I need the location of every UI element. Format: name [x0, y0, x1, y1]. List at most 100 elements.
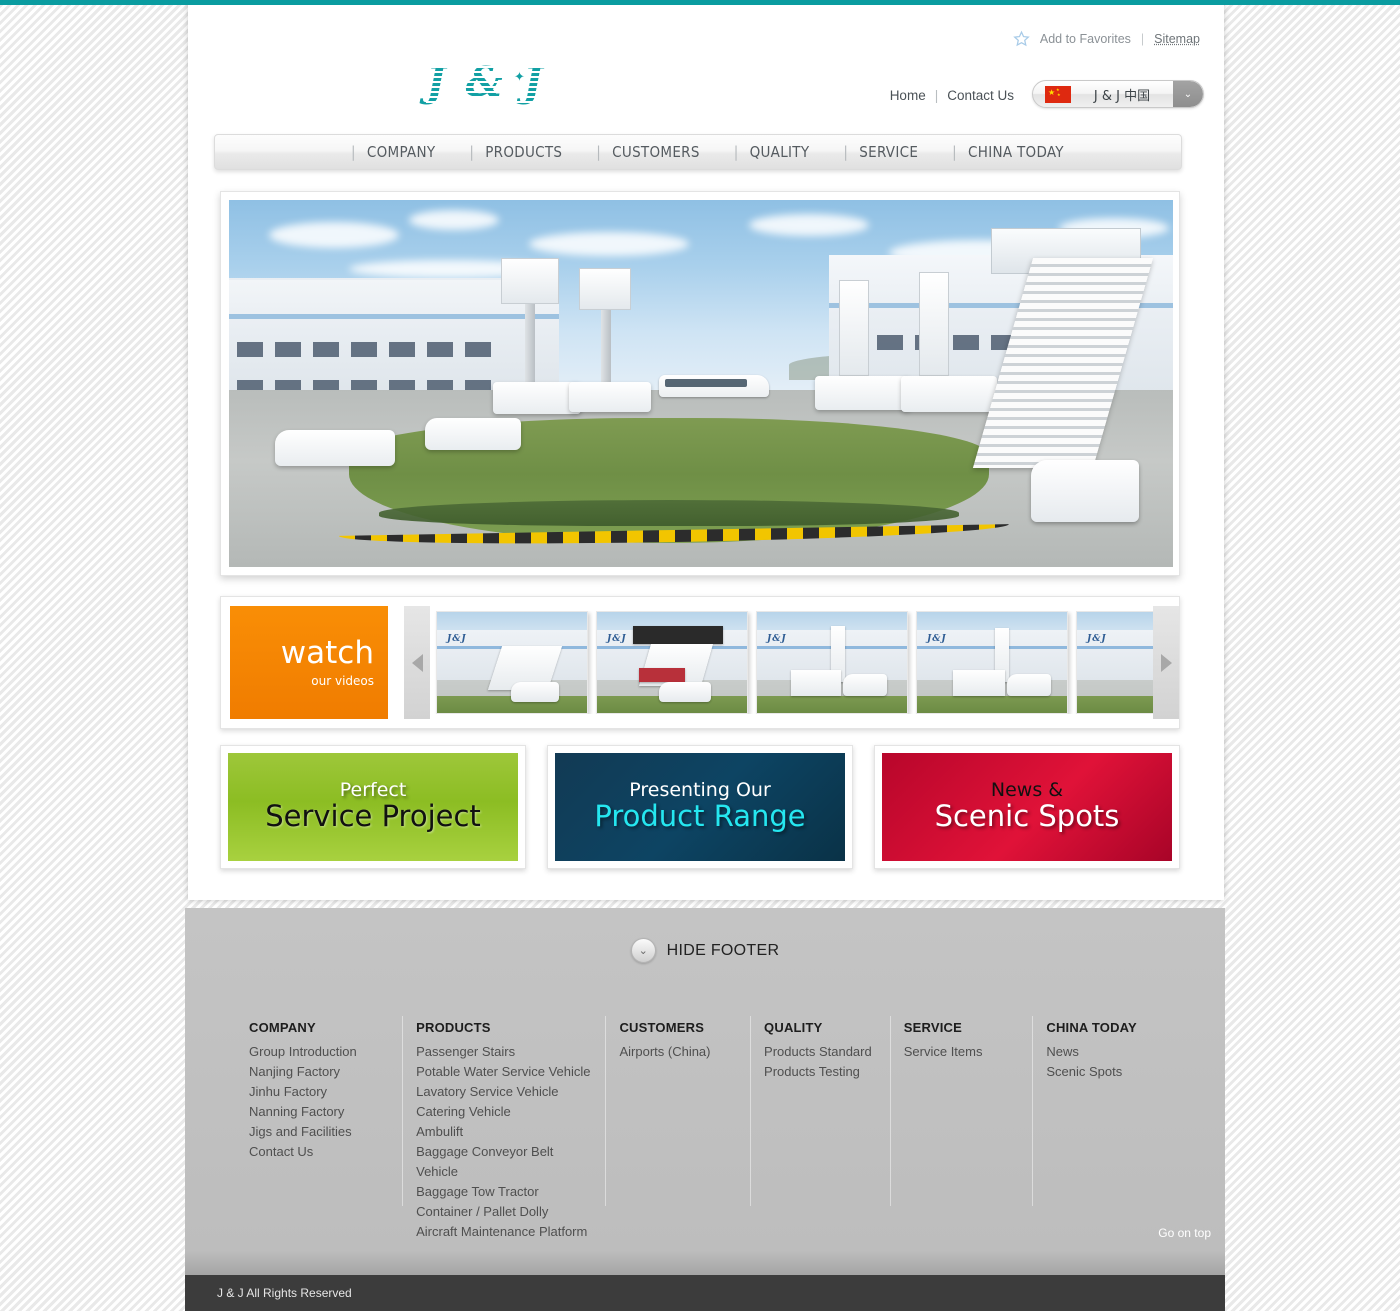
nav-label: CUSTOMERS — [612, 143, 700, 161]
hero-catering-chassis-2 — [569, 382, 651, 412]
footer-link[interactable]: Potable Water Service Vehicle — [416, 1062, 591, 1082]
promo-banner-row: Perfect Service Project Presenting Our P… — [220, 745, 1180, 869]
top-accent-bar — [0, 0, 1400, 5]
hero-lift-mast-4 — [919, 272, 949, 376]
language-selector[interactable]: ★ ★ ★ J & J 中国 ⌄ — [1032, 80, 1204, 108]
footer-link[interactable]: Nanning Factory — [249, 1102, 388, 1122]
thumbnail-logo: J&J — [927, 634, 947, 644]
thumbnail-item[interactable]: J&J — [1076, 611, 1153, 714]
nav-item-service[interactable]: | SERVICE — [843, 135, 952, 169]
footer-link[interactable]: Contact Us — [249, 1142, 388, 1162]
nav-item-products[interactable]: | PRODUCTS — [469, 135, 596, 169]
nav-item-customers[interactable]: | CUSTOMERS — [596, 135, 733, 169]
nav-label: SERVICE — [859, 143, 919, 161]
promo-subtitle: News & — [990, 779, 1064, 802]
thumbnail-item[interactable]: J&J — [596, 611, 748, 714]
chevron-left-icon[interactable] — [404, 606, 430, 719]
utility-bar: Add to Favorites | Sitemap — [1013, 30, 1200, 47]
footer-link[interactable]: Scenic Spots — [1046, 1062, 1161, 1082]
footer-link[interactable]: Catering Vehicle — [416, 1102, 591, 1122]
footer-link[interactable]: Airports (China) — [619, 1042, 736, 1062]
thumbnail-item[interactable]: J&J — [756, 611, 908, 714]
sitemap-link[interactable]: Sitemap — [1154, 32, 1200, 46]
logo-text: J & J — [426, 58, 566, 106]
hero-stairs-ramp — [972, 258, 1154, 468]
footer-link[interactable]: Ambulift — [416, 1122, 591, 1142]
copyright-text: J & J All Rights Reserved — [217, 1286, 352, 1300]
footer-link[interactable]: Jinhu Factory — [249, 1082, 388, 1102]
nav-separator: | — [596, 143, 602, 161]
footer-column-quality: QUALITY Products Standard Products Testi… — [750, 1016, 890, 1242]
nav-separator: | — [952, 143, 958, 161]
footer-link[interactable]: Products Standard — [764, 1042, 876, 1062]
footer-column-title: CHINA TODAY — [1046, 1020, 1137, 1035]
thumbnail-list: J&J J&J J&J J&J J&J — [430, 611, 1153, 714]
thumbnail-logo: J&J — [447, 634, 467, 644]
thumbnail-item[interactable]: J&J — [436, 611, 588, 714]
thumbnail-item[interactable]: J&J — [916, 611, 1068, 714]
footer-link[interactable]: Container / Pallet Dolly — [416, 1202, 591, 1222]
footer-link[interactable]: Aircraft Maintenance Platform — [416, 1222, 591, 1242]
go-on-top-link[interactable]: Go on top — [1158, 1226, 1211, 1240]
watch-our-videos-button[interactable]: watch our videos — [230, 606, 388, 719]
hero-catering-chassis-3 — [815, 376, 911, 410]
footer-link[interactable]: Passenger Stairs — [416, 1042, 591, 1062]
footer-column-service: SERVICE Service Items — [889, 1016, 1033, 1242]
hero-tow-tractor-1 — [275, 430, 395, 466]
promo-subtitle: Presenting Our — [629, 779, 771, 802]
footer-column-customers: CUSTOMERS Airports (China) — [605, 1016, 750, 1242]
watch-label: watch — [280, 634, 374, 671]
footer-link[interactable]: Products Testing — [764, 1062, 876, 1082]
promo-service-project[interactable]: Perfect Service Project — [220, 745, 526, 869]
promo-title: Service Project — [265, 799, 481, 834]
promo-title: Product Range — [594, 799, 806, 834]
language-selector-label: J & J 中国 — [1093, 88, 1151, 104]
chevron-right-icon[interactable] — [1153, 606, 1179, 719]
video-and-thumbnail-carousel: watch our videos J&J J&J J&J J&J J&J — [220, 596, 1180, 729]
nav-item-company[interactable]: | COMPANY — [351, 135, 469, 169]
thumbnail-logo: J&J — [607, 634, 627, 644]
hide-footer-toggle[interactable]: ⌄ HIDE FOOTER — [185, 938, 1225, 963]
site-logo[interactable]: J & J ✦ — [426, 58, 566, 108]
footer-link[interactable]: Group Introduction — [249, 1042, 388, 1062]
thumbnail-strip: J&J J&J J&J J&J J&J — [404, 606, 1179, 719]
promo-news-scenic-spots[interactable]: News & Scenic Spots — [874, 745, 1180, 869]
hero-catering-body-1 — [501, 258, 559, 304]
hero-coach-bus — [659, 375, 769, 397]
footer-link[interactable]: Baggage Conveyor Belt Vehicle — [416, 1142, 591, 1182]
hero-lift-mast-3 — [839, 280, 869, 376]
utility-divider: | — [1140, 31, 1145, 46]
page-container: Add to Favorites | Sitemap J & J ✦ Home … — [188, 3, 1224, 900]
sparkle-icon: ✦ — [514, 69, 525, 84]
footer-link[interactable]: Baggage Tow Tractor — [416, 1182, 591, 1202]
footer-link[interactable]: Service Items — [904, 1042, 1019, 1062]
watch-sublabel: our videos — [311, 673, 374, 688]
footer-column-china-today: CHINA TODAY News Scenic Spots — [1032, 1016, 1175, 1242]
hero-stairs-cab — [1031, 460, 1139, 522]
top-links: Home | Contact Us — [890, 88, 1014, 103]
add-to-favorites-link[interactable]: Add to Favorites — [1040, 32, 1131, 46]
hero-hedge — [379, 500, 959, 526]
hero-catering-body-2 — [579, 268, 631, 310]
footer-link[interactable]: News — [1046, 1042, 1161, 1062]
footer-column-title: SERVICE — [903, 1020, 962, 1035]
hide-footer-label: HIDE FOOTER — [666, 941, 780, 959]
footer-link[interactable]: Nanjing Factory — [249, 1062, 388, 1082]
contact-us-link[interactable]: Contact Us — [947, 88, 1014, 103]
main-navigation: | COMPANY | PRODUCTS | CUSTOMERS | QUALI… — [214, 134, 1182, 170]
footer-column-title: PRODUCTS — [416, 1020, 491, 1035]
chevron-down-icon[interactable]: ⌄ — [1173, 81, 1203, 107]
nav-item-quality[interactable]: | QUALITY — [734, 135, 844, 169]
chevron-down-icon[interactable]: ⌄ — [630, 938, 656, 963]
promo-product-range[interactable]: Presenting Our Product Range — [547, 745, 853, 869]
china-flag-icon: ★ ★ ★ — [1045, 85, 1071, 103]
hero-image[interactable] — [229, 200, 1173, 567]
thumbnail-logo: J&J — [767, 634, 787, 644]
footer-link[interactable]: Lavatory Service Vehicle — [416, 1082, 591, 1102]
footer-link[interactable]: Jigs and Facilities — [249, 1122, 388, 1142]
nav-item-china-today[interactable]: | CHINA TODAY — [952, 135, 1098, 169]
home-link[interactable]: Home — [890, 88, 926, 103]
hero-tow-tractor-2 — [425, 418, 521, 450]
toplinks-divider: | — [934, 88, 939, 103]
footer-column-title: CUSTOMERS — [619, 1020, 705, 1035]
